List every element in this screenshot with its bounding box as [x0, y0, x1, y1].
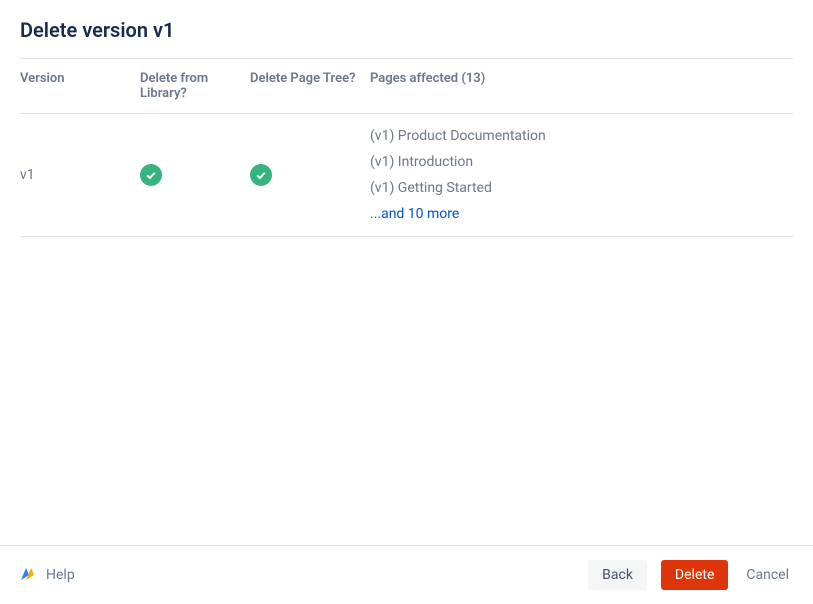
- version-table: Version Delete from Library? Delete Page…: [20, 59, 793, 237]
- cell-version: v1: [20, 114, 140, 237]
- help-link[interactable]: Help: [46, 567, 75, 583]
- footer-left: Help: [20, 566, 75, 584]
- table-row: v1 (v1) Product Documentation: [20, 114, 793, 237]
- cell-delete-library: [140, 114, 250, 237]
- cancel-button[interactable]: Cancel: [742, 560, 793, 590]
- column-header-delete-tree: Delete Page Tree?: [250, 59, 370, 114]
- cell-delete-tree: [250, 114, 370, 237]
- back-button[interactable]: Back: [588, 560, 647, 590]
- page-item: (v1) Product Documentation: [370, 128, 785, 144]
- dialog-footer: Help Back Delete Cancel: [0, 545, 813, 604]
- check-icon: [140, 164, 162, 186]
- delete-button[interactable]: Delete: [661, 560, 728, 590]
- more-pages-link[interactable]: ...and 10 more: [370, 206, 785, 222]
- column-header-delete-library: Delete from Library?: [140, 59, 250, 114]
- page-item: (v1) Introduction: [370, 154, 785, 170]
- cell-pages-affected: (v1) Product Documentation (v1) Introduc…: [370, 114, 793, 237]
- check-icon: [250, 164, 272, 186]
- page-item: (v1) Getting Started: [370, 180, 785, 196]
- dialog-header: Delete version v1: [0, 0, 813, 58]
- pages-list: (v1) Product Documentation (v1) Introduc…: [370, 128, 785, 222]
- column-header-pages-affected: Pages affected (13): [370, 59, 793, 114]
- page-title: Delete version v1: [20, 18, 793, 42]
- footer-right: Back Delete Cancel: [588, 560, 793, 590]
- column-header-version: Version: [20, 59, 140, 114]
- help-icon: [20, 566, 38, 584]
- version-table-wrap: Version Delete from Library? Delete Page…: [20, 58, 793, 237]
- dialog-content: Version Delete from Library? Delete Page…: [0, 58, 813, 545]
